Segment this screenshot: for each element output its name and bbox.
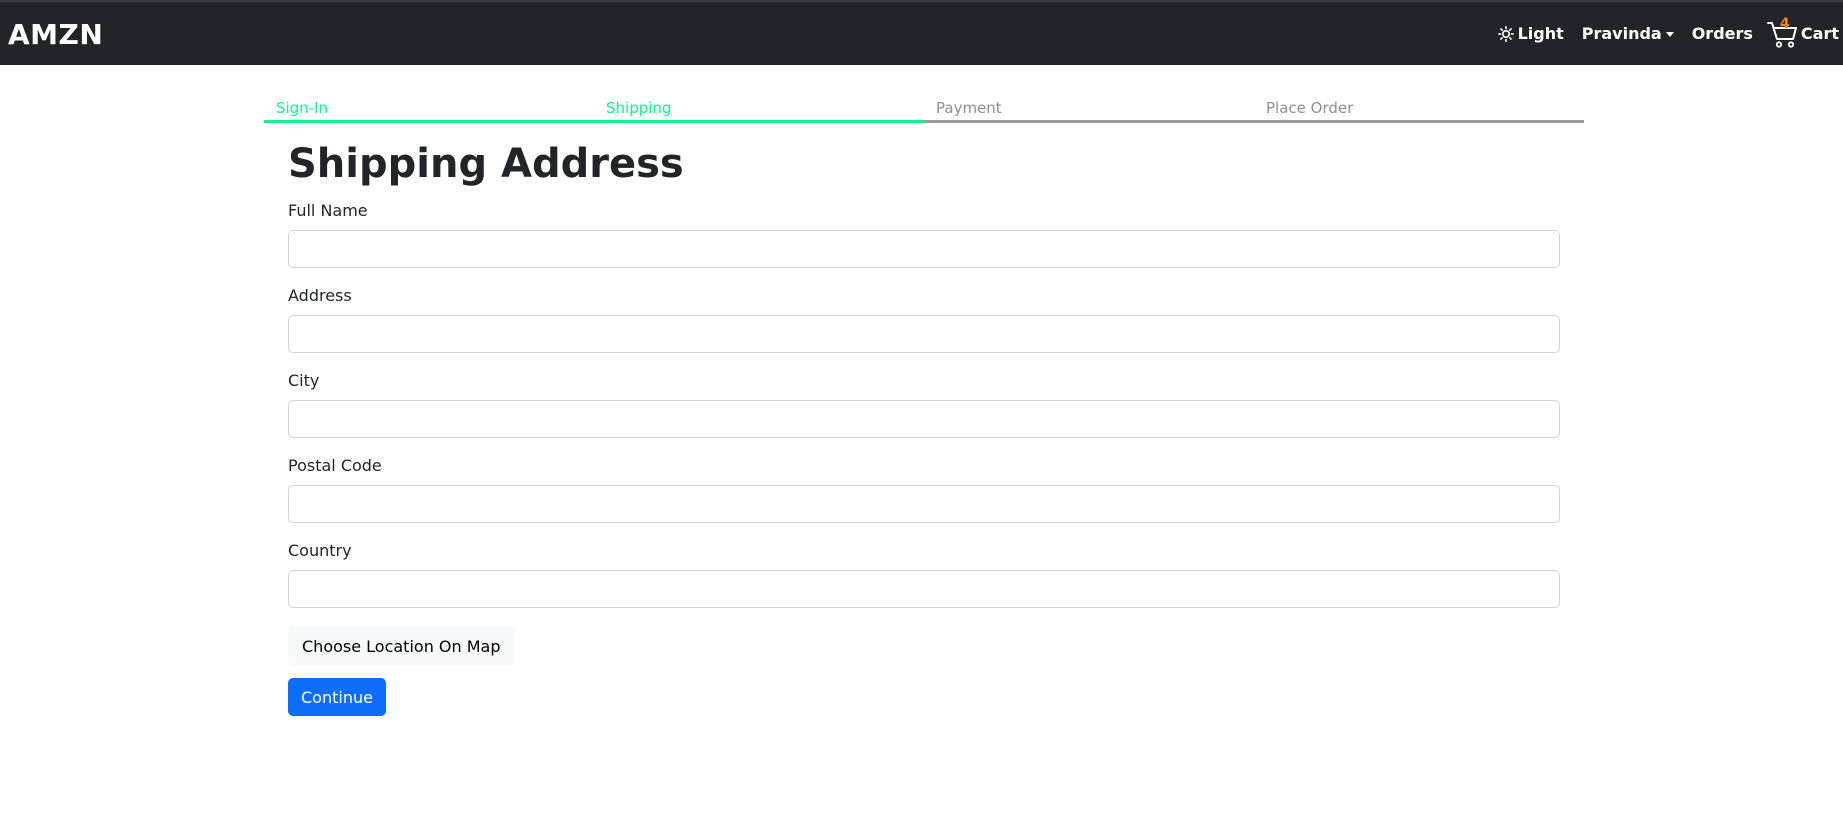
postal-code-input[interactable]	[288, 485, 1560, 523]
cart-label: Cart	[1800, 24, 1839, 43]
step-shipping: Shipping	[594, 98, 924, 123]
choose-location-on-map-button[interactable]: Choose Location On Map	[288, 626, 515, 666]
top-navbar: AMZN Light Pravinda Orders 4 Cart	[0, 0, 1843, 65]
navbar-right: Light Pravinda Orders 4 Cart	[1497, 2, 1839, 65]
address-label: Address	[288, 286, 352, 305]
page-title: Shipping Address	[288, 141, 684, 187]
address-group: Address	[288, 286, 1560, 353]
caret-down-icon	[1665, 32, 1674, 37]
checkout-steps: Sign-In Shipping Payment Place Order	[264, 98, 1584, 123]
country-group: Country	[288, 541, 1560, 608]
city-input[interactable]	[288, 400, 1560, 438]
sun-icon	[1497, 25, 1514, 42]
theme-toggle-button[interactable]: Light	[1497, 24, 1564, 43]
step-place-order: Place Order	[1254, 98, 1584, 123]
country-label: Country	[288, 541, 352, 560]
postal-code-group: Postal Code	[288, 456, 1560, 523]
address-input[interactable]	[288, 315, 1560, 353]
full-name-group: Full Name	[288, 201, 1560, 268]
postal-code-label: Postal Code	[288, 456, 382, 475]
user-menu-dropdown[interactable]: Pravinda	[1582, 24, 1674, 43]
cart-link[interactable]: 4 Cart	[1766, 15, 1839, 49]
city-group: City	[288, 371, 1560, 438]
full-name-input[interactable]	[288, 230, 1560, 268]
cart-count-badge: 4	[1779, 15, 1790, 32]
continue-button[interactable]: Continue	[288, 678, 386, 716]
city-label: City	[288, 371, 320, 390]
step-sign-in: Sign-In	[264, 98, 594, 123]
user-name-label: Pravinda	[1581, 24, 1662, 43]
shipping-form: Shipping Address Full Name Address City …	[288, 140, 1560, 716]
brand-logo[interactable]: AMZN	[8, 18, 103, 51]
step-payment: Payment	[924, 98, 1254, 123]
orders-link[interactable]: Orders	[1692, 24, 1753, 43]
country-input[interactable]	[288, 570, 1560, 608]
full-name-label: Full Name	[288, 201, 368, 220]
orders-label: Orders	[1691, 24, 1753, 43]
theme-toggle-label: Light	[1517, 24, 1564, 43]
